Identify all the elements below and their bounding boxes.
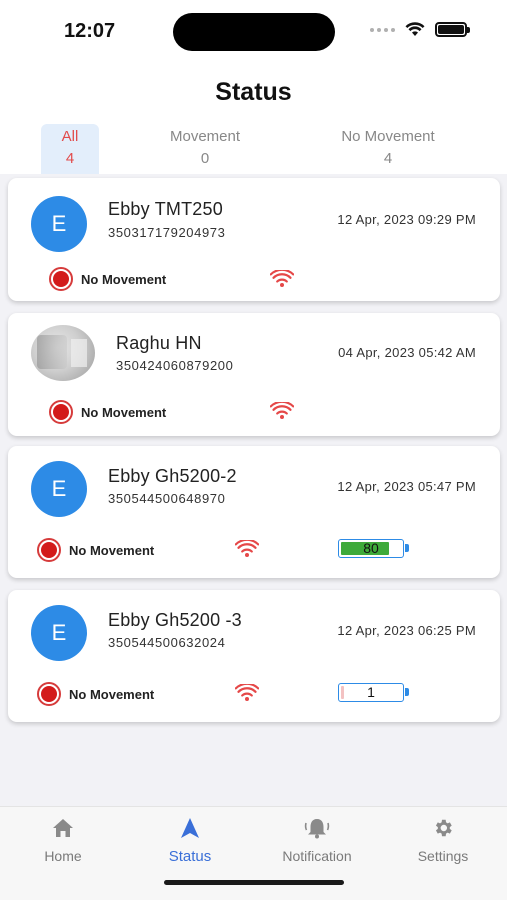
device-imei: 350424060879200 bbox=[116, 358, 234, 373]
nav-settings-label: Settings bbox=[417, 848, 469, 864]
device-card[interactable]: E Ebby Gh5200 -3 350544500632024 12 Apr,… bbox=[8, 590, 500, 722]
device-name: Ebby Gh5200-2 bbox=[108, 466, 237, 486]
wifi-status-icon bbox=[405, 22, 425, 36]
nav-home[interactable]: Home bbox=[13, 817, 113, 864]
filter-tabs: All 4 Movement 0 No Movement 4 bbox=[0, 124, 507, 174]
status-bar: 12:07 bbox=[0, 0, 507, 62]
bell-icon bbox=[304, 819, 330, 839]
nav-status[interactable]: Status bbox=[140, 817, 240, 865]
nav-settings[interactable]: Settings bbox=[393, 817, 493, 864]
device-timestamp: 12 Apr, 2023 05:47 PM bbox=[337, 479, 476, 494]
bottom-navigation: Home Status Notification Settings bbox=[0, 806, 507, 900]
dynamic-island bbox=[173, 13, 335, 51]
nav-home-label: Home bbox=[44, 848, 82, 864]
status-label: No Movement bbox=[69, 687, 155, 702]
header: Status All 4 Movement 0 No Movement 4 bbox=[0, 62, 507, 174]
nav-notification[interactable]: Notification bbox=[267, 817, 367, 864]
device-timestamp: 04 Apr, 2023 05:42 AM bbox=[338, 345, 476, 360]
tab-no-movement[interactable]: No Movement 4 bbox=[318, 124, 458, 174]
battery-level-indicator: 1 bbox=[338, 683, 409, 702]
tab-all-label: All bbox=[61, 128, 79, 145]
home-icon bbox=[53, 819, 73, 837]
no-movement-indicator-icon bbox=[49, 400, 73, 424]
status-battery-icon bbox=[435, 22, 470, 37]
device-name: Ebby Gh5200 -3 bbox=[108, 610, 242, 630]
device-name: Ebby TMT250 bbox=[108, 199, 223, 219]
wifi-signal-icon bbox=[270, 270, 294, 287]
tab-movement-label: Movement bbox=[169, 128, 241, 145]
wifi-signal-icon bbox=[270, 402, 294, 419]
wifi-signal-icon bbox=[235, 684, 259, 701]
device-imei: 350317179204973 bbox=[108, 225, 226, 240]
page-title: Status bbox=[215, 78, 292, 106]
device-imei: 350544500648970 bbox=[108, 491, 226, 506]
status-label: No Movement bbox=[81, 405, 167, 420]
nav-notification-label: Notification bbox=[282, 848, 352, 864]
avatar: E bbox=[31, 196, 87, 252]
gear-icon bbox=[435, 819, 452, 837]
wifi-signal-icon bbox=[235, 540, 259, 557]
battery-level-indicator: 80 bbox=[338, 539, 409, 558]
tab-all-count: 4 bbox=[65, 150, 75, 167]
device-name: Raghu HN bbox=[116, 333, 202, 353]
status-label: No Movement bbox=[69, 543, 155, 558]
device-card[interactable]: Raghu HN 350424060879200 04 Apr, 2023 05… bbox=[8, 313, 500, 436]
avatar: E bbox=[31, 605, 87, 661]
home-indicator[interactable] bbox=[164, 880, 344, 885]
device-imei: 350544500632024 bbox=[108, 635, 226, 650]
device-timestamp: 12 Apr, 2023 09:29 PM bbox=[337, 212, 476, 227]
status-icons bbox=[370, 22, 470, 37]
status-label: No Movement bbox=[81, 272, 167, 287]
status-time: 12:07 bbox=[64, 20, 116, 42]
tab-all[interactable]: All 4 bbox=[41, 124, 99, 174]
tab-movement-count: 0 bbox=[200, 150, 210, 167]
device-timestamp: 12 Apr, 2023 06:25 PM bbox=[337, 623, 476, 638]
no-movement-indicator-icon bbox=[37, 682, 61, 706]
tab-no-movement-count: 4 bbox=[383, 150, 393, 167]
screen: 12:07 Status All 4 Movement 0 No Movemen… bbox=[0, 0, 507, 900]
device-card[interactable]: E Ebby TMT250 350317179204973 12 Apr, 20… bbox=[8, 178, 500, 301]
nav-status-label: Status bbox=[168, 848, 212, 865]
tab-movement[interactable]: Movement 0 bbox=[150, 124, 260, 174]
no-movement-indicator-icon bbox=[37, 538, 61, 562]
avatar: E bbox=[31, 461, 87, 517]
avatar-photo bbox=[31, 325, 95, 381]
no-movement-indicator-icon bbox=[49, 267, 73, 291]
battery-percent: 1 bbox=[367, 684, 375, 700]
device-card[interactable]: E Ebby Gh5200-2 350544500648970 12 Apr, … bbox=[8, 446, 500, 578]
tab-no-movement-label: No Movement bbox=[341, 128, 435, 145]
battery-percent: 80 bbox=[363, 540, 379, 556]
cellular-signal-icon bbox=[370, 27, 395, 32]
navigation-arrow-icon bbox=[181, 818, 199, 838]
